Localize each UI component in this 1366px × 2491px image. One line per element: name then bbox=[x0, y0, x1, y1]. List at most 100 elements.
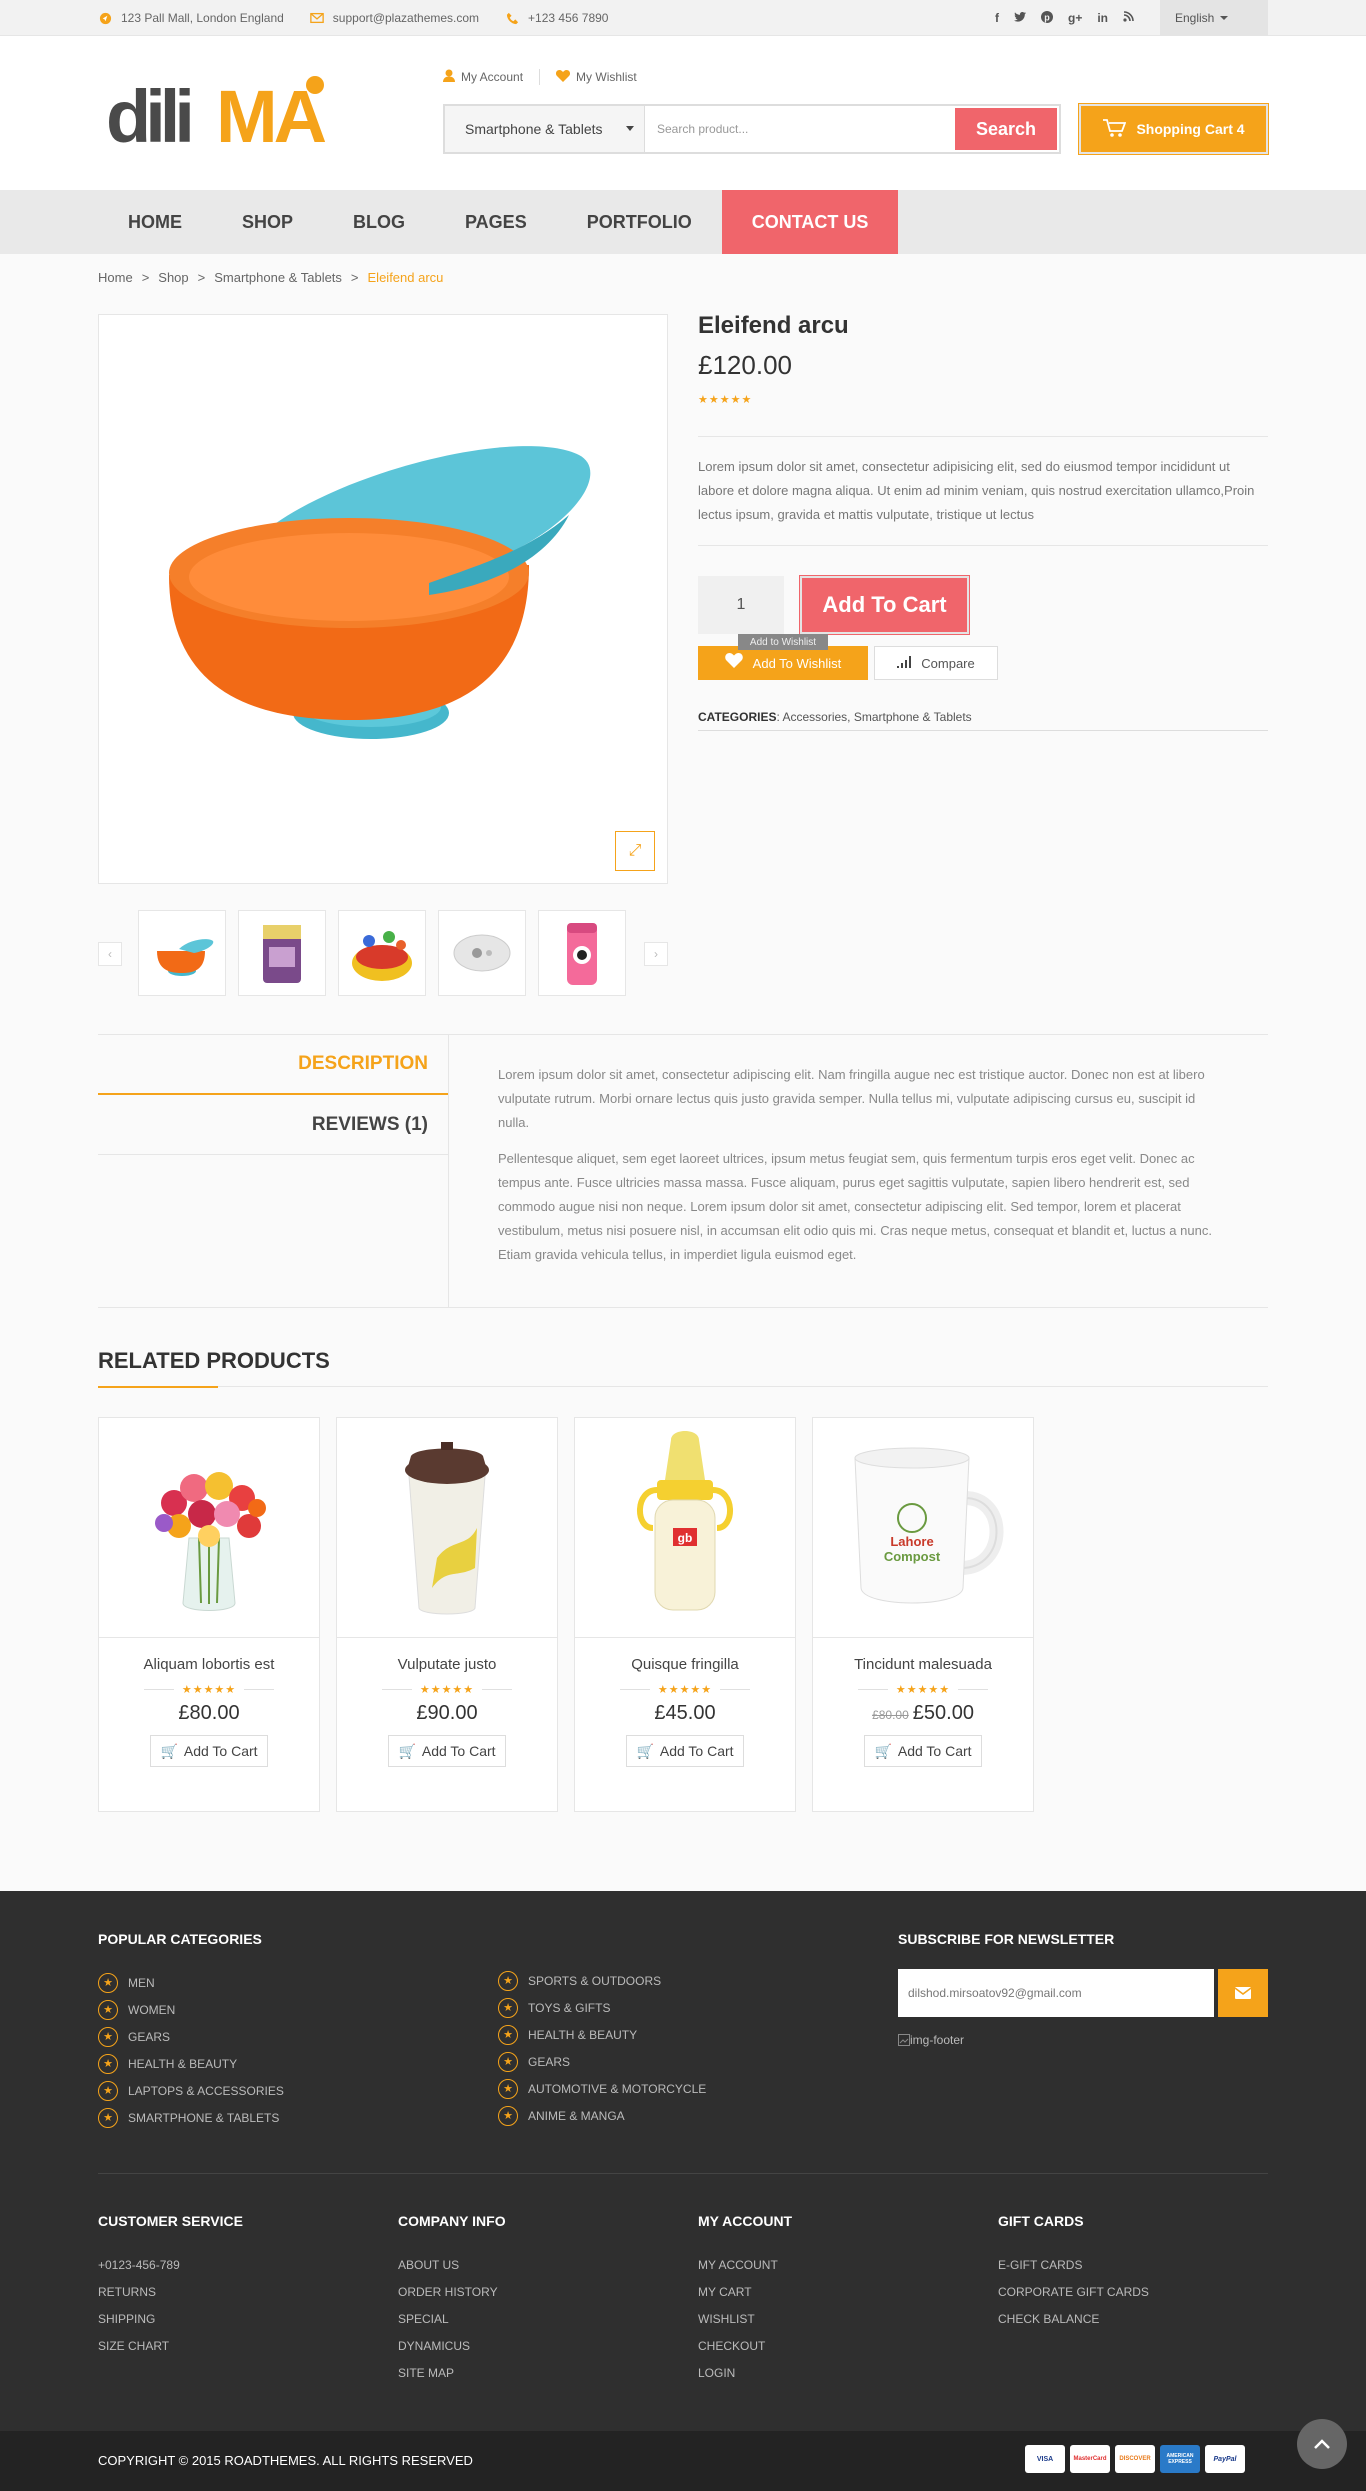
footer-col-customer-service: CUSTOMER SERVICE +0123-456-789 RETURNS S… bbox=[98, 2213, 243, 2359]
twitter-icon[interactable] bbox=[1013, 11, 1026, 25]
breadcrumb-category[interactable]: Smartphone & Tablets bbox=[214, 270, 342, 314]
google-plus-icon[interactable]: g+ bbox=[1068, 11, 1082, 25]
add-to-wishlist-button[interactable]: Add To Wishlist bbox=[698, 646, 868, 680]
product-card[interactable]: Vulputate justo ★★★★★ £90.00 🛒 Add To Car… bbox=[336, 1417, 558, 1812]
carousel-next-icon[interactable]: › bbox=[644, 942, 668, 966]
add-to-cart-button[interactable]: 🛒 Add To Cart bbox=[388, 1735, 506, 1767]
product-card-image[interactable] bbox=[337, 1418, 557, 1638]
quantity-input[interactable]: 1 bbox=[698, 576, 784, 634]
nav-pages[interactable]: PAGES bbox=[435, 190, 557, 254]
my-account-link[interactable]: My Account bbox=[443, 69, 539, 85]
footer-category-link[interactable]: ★ WOMEN bbox=[98, 1996, 284, 2023]
footer-link[interactable]: ABOUT US bbox=[398, 2251, 506, 2278]
product-card-name[interactable]: Quisque fringilla bbox=[575, 1656, 795, 1673]
footer-category-link[interactable]: ★ AUTOMOTIVE & MOTORCYCLE bbox=[498, 2075, 706, 2102]
amex-icon: AMERICAN EXPRESS bbox=[1160, 2445, 1200, 2473]
newsletter-email-input[interactable]: dilshod.mirsoatov92@gmail.com bbox=[898, 1969, 1214, 2017]
category-select[interactable]: Smartphone & Tablets bbox=[445, 106, 645, 152]
product-card[interactable]: Lahore Compost Tincidunt malesuada ★★★★★… bbox=[812, 1417, 1034, 1812]
location-icon bbox=[98, 11, 112, 25]
add-to-cart-button[interactable]: Add To Cart bbox=[799, 575, 970, 635]
site-logo[interactable]: dili MA bbox=[98, 72, 378, 158]
footer-category-label: GEARS bbox=[528, 2054, 571, 2069]
footer-category-link[interactable]: ★ HEALTH & BEAUTY bbox=[98, 2050, 284, 2077]
tab-description[interactable]: DESCRIPTION bbox=[98, 1035, 448, 1095]
expand-icon[interactable]: ⤢ bbox=[615, 831, 655, 871]
breadcrumb-separator: > bbox=[350, 270, 359, 285]
product-card-name[interactable]: Tincidunt malesuada bbox=[813, 1656, 1033, 1673]
baby-bottle-image: gb bbox=[637, 1431, 733, 1611]
product-card-name[interactable]: Vulputate justo bbox=[337, 1656, 557, 1673]
thumbnail-3[interactable] bbox=[338, 910, 426, 996]
facebook-icon[interactable]: f bbox=[995, 11, 999, 25]
product-card-name[interactable]: Aliquam lobortis est bbox=[99, 1656, 319, 1673]
footer-category-link[interactable]: ★ GEARS bbox=[98, 2023, 284, 2050]
footer-link[interactable]: ORDER HISTORY bbox=[398, 2278, 506, 2305]
footer-link[interactable]: SITE MAP bbox=[398, 2359, 506, 2386]
thumbnail-1[interactable] bbox=[138, 910, 226, 996]
nav-portfolio[interactable]: PORTFOLIO bbox=[557, 190, 722, 254]
footer-link[interactable]: CORPORATE GIFT CARDS bbox=[998, 2278, 1149, 2305]
footer-category-link[interactable]: ★ GEARS bbox=[498, 2048, 706, 2075]
carousel-prev-icon[interactable]: ‹ bbox=[98, 942, 122, 966]
footer-category-link[interactable]: ★ HEALTH & BEAUTY bbox=[498, 2021, 706, 2048]
product-card-image[interactable]: gb bbox=[575, 1418, 795, 1638]
product-main-image[interactable]: ⤢ bbox=[98, 314, 668, 884]
search-button[interactable]: Search bbox=[955, 108, 1057, 150]
breadcrumb-home[interactable]: Home bbox=[98, 270, 133, 314]
product-section: ⤢ ‹ › Eleifend arcu £120.00 ★★★★★ Lorem … bbox=[98, 312, 1268, 1034]
compare-button[interactable]: Compare bbox=[874, 646, 998, 680]
footer-category-link[interactable]: ★ MEN bbox=[98, 1969, 284, 1996]
newsletter-submit-button[interactable] bbox=[1218, 1969, 1268, 2017]
footer-link[interactable]: +0123-456-789 bbox=[98, 2251, 243, 2278]
thumbnail-4[interactable] bbox=[438, 910, 526, 996]
my-wishlist-link[interactable]: My Wishlist bbox=[539, 69, 653, 85]
footer-link[interactable]: RETURNS bbox=[98, 2278, 243, 2305]
shopping-cart-button[interactable]: Shopping Cart 4 bbox=[1078, 103, 1269, 155]
linkedin-icon[interactable]: in bbox=[1097, 11, 1108, 25]
footer-link[interactable]: CHECK BALANCE bbox=[998, 2305, 1149, 2332]
product-card-image[interactable] bbox=[99, 1418, 319, 1638]
email-link[interactable]: support@plazathemes.com bbox=[333, 11, 479, 25]
breadcrumb-shop[interactable]: Shop bbox=[158, 270, 188, 314]
back-to-top-button[interactable] bbox=[1297, 2419, 1347, 2469]
footer-link[interactable]: E-GIFT CARDS bbox=[998, 2251, 1149, 2278]
add-to-cart-button[interactable]: 🛒 Add To Cart bbox=[864, 1735, 982, 1767]
category-link-accessories[interactable]: Accessories bbox=[782, 710, 847, 724]
footer-link[interactable]: LOGIN bbox=[698, 2359, 792, 2386]
footer-link[interactable]: SIZE CHART bbox=[98, 2332, 243, 2359]
footer-category-link[interactable]: ★ LAPTOPS & ACCESSORIES bbox=[98, 2077, 284, 2104]
category-link-smartphone[interactable]: Smartphone & Tablets bbox=[854, 710, 972, 724]
footer-link[interactable]: SPECIAL bbox=[398, 2305, 506, 2332]
footer-link[interactable]: DYNAMICUS bbox=[398, 2332, 506, 2359]
footer-category-link[interactable]: ★ SPORTS & OUTDOORS bbox=[498, 1967, 706, 1994]
footer-category-link[interactable]: ★ SMARTPHONE & TABLETS bbox=[98, 2104, 284, 2131]
footer-link[interactable]: SHIPPING bbox=[98, 2305, 243, 2332]
pinterest-icon[interactable]: p bbox=[1040, 10, 1053, 26]
footer-category-link[interactable]: ★ TOYS & GIFTS bbox=[498, 1994, 706, 2021]
add-to-cart-button[interactable]: 🛒 Add To Cart bbox=[626, 1735, 744, 1767]
email-item[interactable]: support@plazathemes.com bbox=[310, 11, 479, 25]
rss-icon[interactable] bbox=[1123, 11, 1134, 25]
footer-link[interactable]: CHECKOUT bbox=[698, 2332, 792, 2359]
tab-reviews[interactable]: REVIEWS (1) bbox=[98, 1095, 448, 1155]
product-card[interactable]: gb Quisque fringilla ★★★★★ £45.00 🛒 Add T… bbox=[574, 1417, 796, 1812]
footer-link[interactable]: MY CART bbox=[698, 2278, 792, 2305]
thumbnail-5[interactable] bbox=[538, 910, 626, 996]
footer-category-link[interactable]: ★ ANIME & MANGA bbox=[498, 2102, 706, 2129]
nav-shop[interactable]: SHOP bbox=[212, 190, 323, 254]
thumbnail-2[interactable] bbox=[238, 910, 326, 996]
related-products-grid: Aliquam lobortis est ★★★★★ £80.00 🛒 Add T… bbox=[98, 1417, 1268, 1812]
add-to-cart-button[interactable]: 🛒 Add To Cart bbox=[150, 1735, 268, 1767]
nav-blog[interactable]: BLOG bbox=[323, 190, 435, 254]
footer-category-label: TOYS & GIFTS bbox=[528, 2000, 611, 2015]
footer-link[interactable]: WISHLIST bbox=[698, 2305, 792, 2332]
product-card-image[interactable]: Lahore Compost bbox=[813, 1418, 1033, 1638]
nav-contact-us[interactable]: CONTACT US bbox=[721, 190, 899, 254]
product-card[interactable]: Aliquam lobortis est ★★★★★ £80.00 🛒 Add T… bbox=[98, 1417, 320, 1812]
search-input[interactable]: Search product... bbox=[645, 106, 953, 152]
language-dropdown[interactable]: English bbox=[1160, 0, 1268, 36]
footer-link[interactable]: MY ACCOUNT bbox=[698, 2251, 792, 2278]
star-circle-icon: ★ bbox=[98, 2053, 118, 2074]
nav-home[interactable]: HOME bbox=[98, 190, 212, 254]
